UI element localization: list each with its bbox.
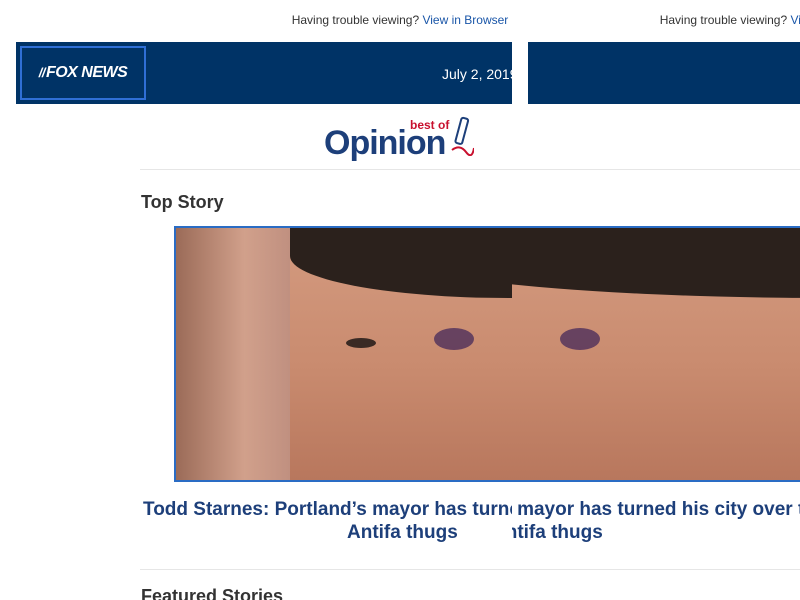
bruise bbox=[560, 328, 600, 350]
headline-line-1: Todd Starnes: Portland’s mayor has turne… bbox=[512, 499, 800, 520]
email-canvas: Having trouble viewing? View in Browser … bbox=[512, 0, 800, 600]
view-in-browser-link[interactable]: View in Browser bbox=[790, 13, 800, 27]
email-pane-right: Having trouble viewing? View in Browser … bbox=[512, 0, 800, 600]
divider-top bbox=[512, 169, 800, 170]
header-date: July 2, 2019 bbox=[442, 66, 512, 82]
view-in-browser-link[interactable]: View in Browser bbox=[422, 13, 508, 27]
divider-top bbox=[140, 169, 512, 170]
preheader-text: Having trouble viewing? bbox=[291, 13, 420, 27]
best-of-opinion-banner[interactable]: Opinion best of bbox=[324, 116, 484, 164]
preheader: Having trouble viewing? View in Browser bbox=[512, 13, 800, 27]
divider-bottom bbox=[512, 569, 800, 570]
headline-line-2: Antifa thugs bbox=[347, 522, 458, 543]
logo-mark: // bbox=[38, 65, 46, 80]
top-story-image[interactable] bbox=[174, 226, 512, 482]
featured-stories-label: Featured Stories bbox=[141, 586, 284, 600]
top-story-headline[interactable]: Todd Starnes: Portland’s mayor has turne… bbox=[143, 498, 512, 544]
pen-icon bbox=[451, 116, 474, 156]
preheader-text: Having trouble viewing? bbox=[659, 13, 788, 27]
fox-news-logo[interactable]: //FOX NEWS bbox=[20, 46, 146, 100]
headline-line-1: Todd Starnes: Portland’s mayor has turne… bbox=[143, 499, 512, 520]
email-pane-left: Having trouble viewing? View in Browser … bbox=[0, 0, 512, 600]
top-story-headline[interactable]: Todd Starnes: Portland’s mayor has turne… bbox=[512, 498, 800, 544]
preheader: Having trouble viewing? View in Browser bbox=[0, 13, 512, 27]
top-story-label: Top Story bbox=[141, 192, 224, 212]
headline-line-2: Antifa thugs bbox=[512, 522, 603, 543]
header-band: //FOX NEWS July 2, 2019 bbox=[16, 42, 512, 104]
best-of-label: best of bbox=[410, 118, 450, 132]
divider-bottom bbox=[140, 569, 512, 570]
bruise bbox=[434, 328, 474, 350]
logo-text: FOX NEWS bbox=[45, 64, 128, 81]
header-band: July 2, 2019 bbox=[528, 42, 800, 104]
top-story-image[interactable] bbox=[512, 226, 800, 482]
email-canvas: Having trouble viewing? View in Browser … bbox=[0, 0, 512, 600]
